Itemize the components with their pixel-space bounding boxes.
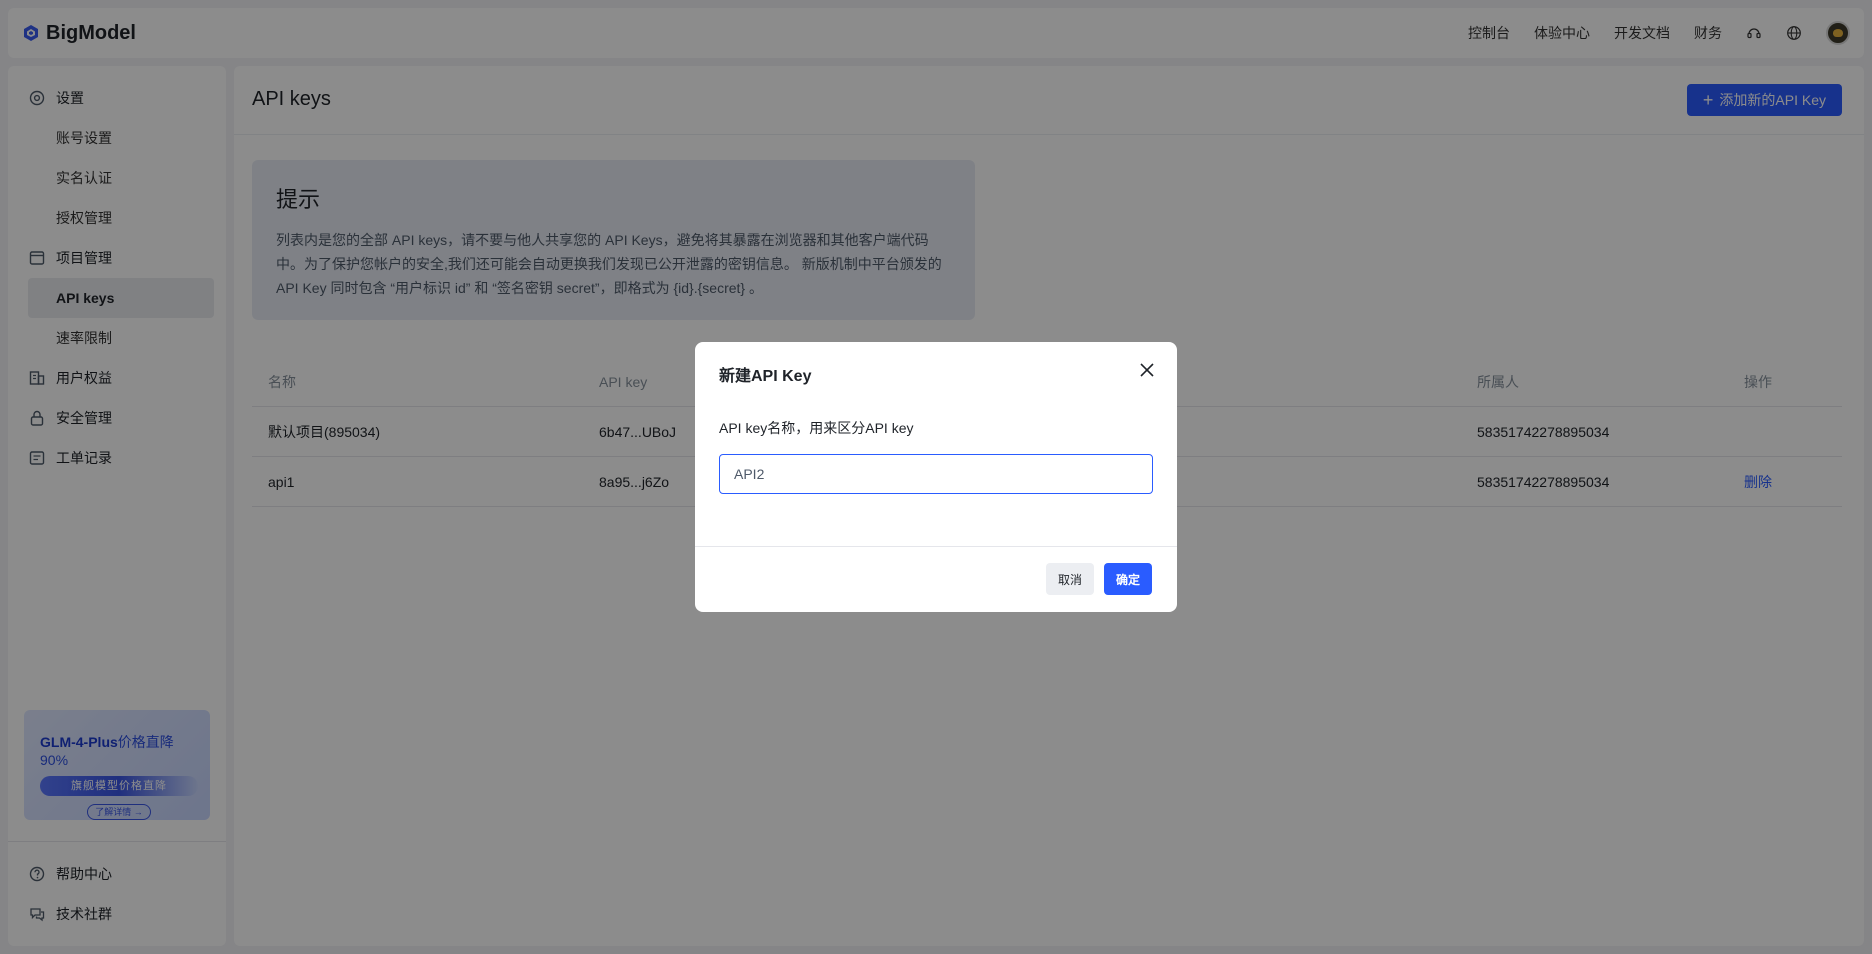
dialog-title: 新建API Key: [719, 368, 812, 385]
app-root: BigModel 控制台 体验中心 开发文档 财务 设置 账号设置 实名认证 授…: [0, 0, 1872, 954]
confirm-button[interactable]: 确定: [1104, 563, 1152, 595]
new-api-key-dialog: 新建API Key API key名称，用来区分API key 取消 确定: [695, 342, 1177, 612]
dialog-divider: [695, 546, 1177, 547]
close-icon[interactable]: [1137, 360, 1157, 380]
api-key-name-label: API key名称，用来区分API key: [719, 420, 914, 436]
cancel-button[interactable]: 取消: [1046, 563, 1094, 595]
api-key-name-input[interactable]: [719, 454, 1153, 494]
